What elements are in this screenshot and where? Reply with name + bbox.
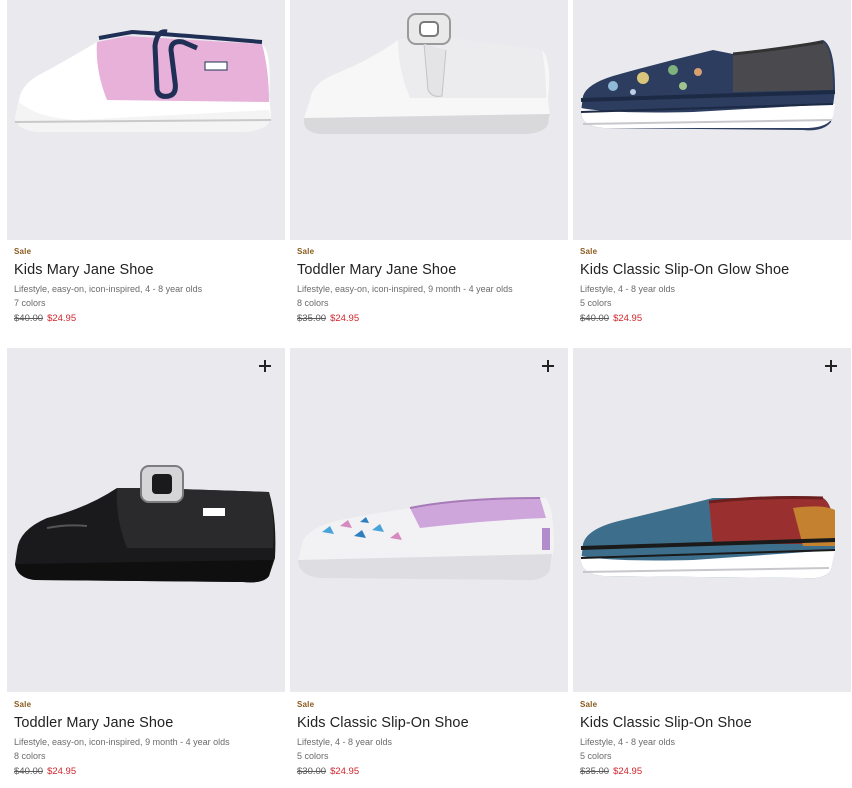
quick-add-plus-icon[interactable] (257, 358, 273, 374)
product-name[interactable]: Kids Classic Slip-On Shoe (580, 713, 850, 733)
sale-badge: Sale (580, 247, 598, 256)
product-name[interactable]: Toddler Mary Jane Shoe (14, 713, 284, 733)
product-description: Lifestyle, 4 - 8 year olds (297, 737, 393, 747)
product-name[interactable]: Kids Mary Jane Shoe (14, 260, 284, 280)
price: $40.00 $24.95 (14, 312, 284, 326)
original-price: $40.00 (14, 766, 44, 777)
product-description: Lifestyle, 4 - 8 year olds (580, 737, 676, 747)
product-card[interactable]: Sale Kids Mary Jane Shoe Lifestyle, easy… (7, 0, 285, 340)
price: $30.00 $24.95 (297, 765, 567, 779)
color-count: 5 colors (297, 751, 329, 761)
quick-add-plus-icon[interactable] (823, 358, 839, 374)
sale-price: $24.95 (330, 766, 360, 777)
original-price: $35.00 (297, 313, 327, 324)
sale-price: $24.95 (47, 766, 77, 777)
sale-price: $24.95 (47, 313, 77, 324)
original-price: $30.00 (297, 766, 327, 777)
product-description: Lifestyle, easy-on, icon-inspired, 9 mon… (14, 737, 230, 747)
black-patent-mary-jane-shoe-image (15, 465, 276, 583)
product-card[interactable]: Sale Kids Classic Slip-On Glow Shoe Life… (573, 0, 851, 340)
sale-price: $24.95 (613, 766, 643, 777)
butterfly-slip-on-shoe-image (298, 497, 554, 581)
product-card[interactable]: Sale Toddler Mary Jane Shoe Lifestyle, e… (290, 0, 568, 340)
product-image[interactable] (290, 348, 568, 692)
sale-price: $24.95 (330, 313, 360, 324)
product-grid: Sale Kids Mary Jane Shoe Lifestyle, easy… (0, 0, 852, 788)
quick-add-plus-icon[interactable] (540, 358, 556, 374)
original-price: $35.00 (580, 766, 610, 777)
sale-badge: Sale (580, 700, 598, 709)
color-count: 5 colors (580, 751, 612, 761)
product-card[interactable]: Sale Kids Classic Slip-On Shoe Lifestyle… (573, 348, 851, 788)
product-name[interactable]: Toddler Mary Jane Shoe (297, 260, 567, 280)
original-price: $40.00 (14, 313, 44, 324)
product-card[interactable]: Sale Kids Classic Slip-On Shoe Lifestyle… (290, 348, 568, 788)
product-image[interactable] (7, 0, 285, 240)
sale-badge: Sale (14, 247, 32, 256)
product-image[interactable] (290, 0, 568, 240)
price: $35.00 $24.95 (297, 312, 567, 326)
color-count: 7 colors (14, 298, 46, 308)
product-image[interactable] (573, 348, 851, 692)
product-description: Lifestyle, easy-on, icon-inspired, 4 - 8… (14, 284, 203, 294)
color-count: 8 colors (297, 298, 329, 308)
product-image[interactable] (7, 348, 285, 692)
sale-badge: Sale (297, 700, 315, 709)
product-card[interactable]: Sale Toddler Mary Jane Shoe Lifestyle, e… (7, 348, 285, 788)
product-name[interactable]: Kids Classic Slip-On Glow Shoe (580, 260, 850, 280)
product-description: Lifestyle, easy-on, icon-inspired, 9 mon… (297, 284, 513, 294)
pink-mary-jane-shoe-image (14, 29, 272, 132)
price: $40.00 $24.95 (14, 765, 284, 779)
original-price: $40.00 (580, 313, 610, 324)
product-description: Lifestyle, 4 - 8 year olds (580, 284, 676, 294)
blue-red-slip-on-shoe-image (580, 496, 836, 579)
color-count: 8 colors (14, 751, 46, 761)
sale-badge: Sale (297, 247, 315, 256)
price: $35.00 $24.95 (580, 765, 850, 779)
dinosaur-print-slip-on-shoe-image (580, 40, 836, 131)
white-mary-jane-shoe-image (303, 13, 550, 134)
sale-price: $24.95 (613, 313, 643, 324)
product-image[interactable] (573, 0, 851, 240)
sale-badge: Sale (14, 700, 32, 709)
price: $40.00 $24.95 (580, 312, 850, 326)
product-name[interactable]: Kids Classic Slip-On Shoe (297, 713, 567, 733)
color-count: 5 colors (580, 298, 612, 308)
